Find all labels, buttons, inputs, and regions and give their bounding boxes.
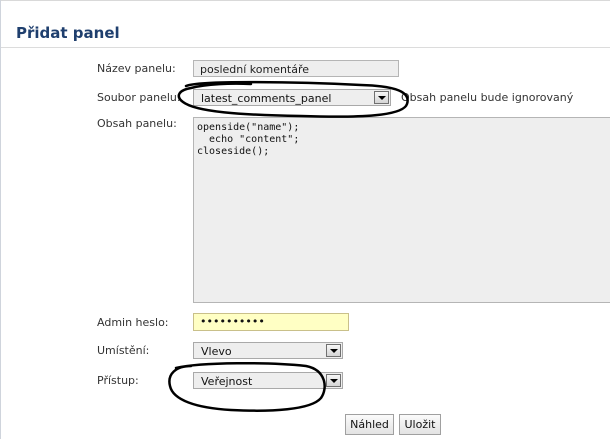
panel-file-value: latest_comments_panel (201, 92, 332, 105)
chevron-down-icon[interactable] (374, 91, 389, 104)
save-button[interactable]: Uložit (399, 414, 441, 435)
panel-content-textarea[interactable]: opensi​de("name"); echo "content"; close… (193, 117, 610, 303)
title-bar: Přidat panel (1, 18, 610, 48)
preview-button[interactable]: Náhled (345, 414, 394, 435)
panel-file-select[interactable]: latest_comments_panel (193, 89, 391, 106)
placement-value: Vlevo (201, 345, 232, 358)
panel-name-label: Název panelu: (97, 62, 176, 75)
panel-content-label: Obsah panelu: (97, 117, 177, 130)
panel-file-note: Obsah panelu bude ignorovaný (401, 91, 574, 104)
panel-name-input[interactable]: poslední komentáře (193, 60, 399, 77)
page-title: Přidat panel (16, 24, 120, 42)
placement-label: Umístění: (97, 344, 150, 357)
top-divider (1, 0, 610, 1)
access-label: Přístup: (97, 374, 139, 387)
access-select[interactable]: Veřejnost (193, 372, 343, 389)
admin-password-label: Admin heslo: (97, 316, 169, 329)
panel-file-label: Soubor panelu: (97, 91, 181, 104)
access-value: Veřejnost (201, 375, 253, 388)
chevron-down-icon[interactable] (326, 374, 341, 387)
admin-password-input[interactable]: •••••••••• (193, 313, 349, 331)
chevron-down-icon[interactable] (326, 344, 341, 357)
placement-select[interactable]: Vlevo (193, 342, 343, 359)
add-panel-form: Přidat panel Název panelu: poslední kome… (0, 0, 610, 439)
